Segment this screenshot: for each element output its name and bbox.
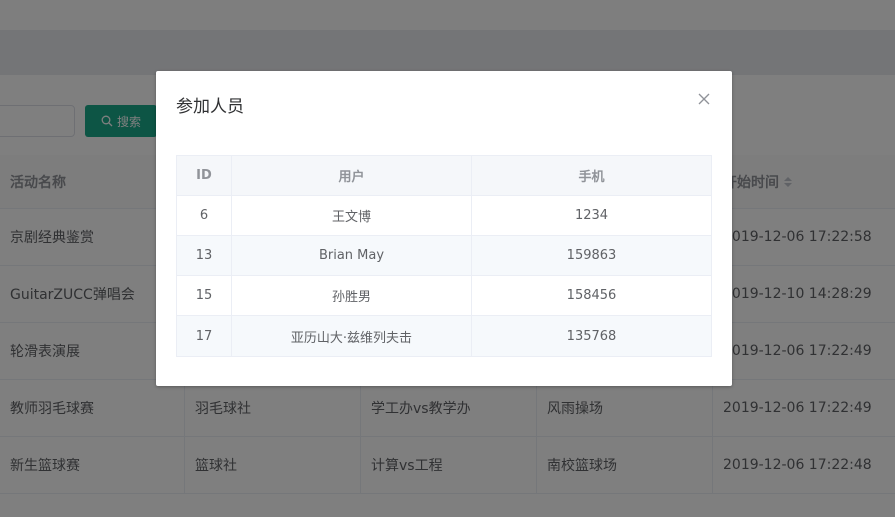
cell-id: 6 xyxy=(177,196,232,235)
cell-phone: 1234 xyxy=(574,208,609,223)
close-icon xyxy=(698,93,710,105)
cell-phone: 135768 xyxy=(566,328,617,344)
participants-dialog: 参加人员 ID 用户 手机 6 王文博 1234 13 Brian May 15… xyxy=(156,71,732,386)
column-header-id: ID xyxy=(177,156,232,195)
cell-phone: 158456 xyxy=(566,288,617,303)
table-row: 6 王文博 1234 xyxy=(177,196,711,236)
cell-user: 孙胜男 xyxy=(232,276,472,315)
cell-user: Brian May xyxy=(232,236,472,275)
cell-user: 亚历山大·兹维列夫击 xyxy=(232,316,472,356)
participants-table: ID 用户 手机 6 王文博 1234 13 Brian May 159863 … xyxy=(176,155,712,357)
cell-user: 王文博 xyxy=(232,196,472,235)
column-header-phone: 手机 xyxy=(578,170,605,185)
table-header-row: ID 用户 手机 xyxy=(177,156,711,196)
table-row: 15 孙胜男 158456 xyxy=(177,276,711,316)
table-row: 13 Brian May 159863 xyxy=(177,236,711,276)
close-button[interactable] xyxy=(696,91,712,107)
cell-id: 15 xyxy=(177,276,232,315)
cell-id: 13 xyxy=(177,236,232,275)
table-row: 17 亚历山大·兹维列夫击 135768 xyxy=(177,316,711,356)
cell-phone: 159863 xyxy=(566,248,617,263)
cell-id: 17 xyxy=(177,316,232,356)
dialog-title: 参加人员 xyxy=(176,97,244,117)
column-header-user: 用户 xyxy=(232,156,472,195)
